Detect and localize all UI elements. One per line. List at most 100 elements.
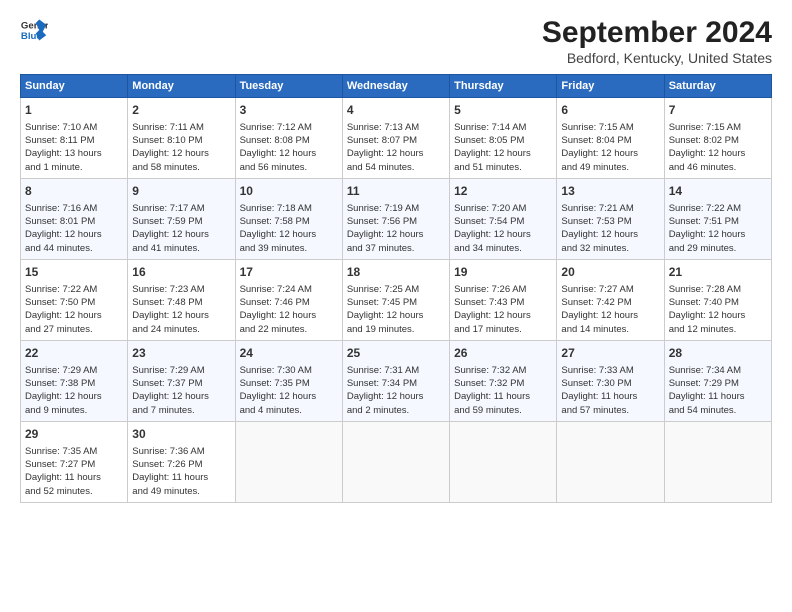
day-detail: Sunrise: 7:35 AM [25, 445, 123, 458]
day-detail: Sunset: 7:43 PM [454, 296, 552, 309]
day-detail: Daylight: 12 hours [347, 147, 445, 160]
day-detail: and 1 minute. [25, 161, 123, 174]
day-number: 13 [561, 183, 659, 200]
header-row: Sunday Monday Tuesday Wednesday Thursday… [21, 75, 772, 98]
day-detail: Sunrise: 7:16 AM [25, 202, 123, 215]
day-detail: Sunrise: 7:11 AM [132, 121, 230, 134]
day-detail: and 41 minutes. [132, 242, 230, 255]
day-detail: Sunset: 8:01 PM [25, 215, 123, 228]
calendar-cell: 4Sunrise: 7:13 AMSunset: 8:07 PMDaylight… [342, 98, 449, 179]
day-number: 25 [347, 345, 445, 362]
day-detail: Sunset: 8:02 PM [669, 134, 767, 147]
day-detail: Daylight: 12 hours [669, 228, 767, 241]
calendar-cell: 6Sunrise: 7:15 AMSunset: 8:04 PMDaylight… [557, 98, 664, 179]
day-detail: and 19 minutes. [347, 323, 445, 336]
col-saturday: Saturday [664, 75, 771, 98]
day-detail: and 7 minutes. [132, 404, 230, 417]
calendar-cell: 29Sunrise: 7:35 AMSunset: 7:27 PMDayligh… [21, 421, 128, 502]
day-detail: Daylight: 11 hours [561, 390, 659, 403]
calendar-cell [450, 421, 557, 502]
day-detail: and 22 minutes. [240, 323, 338, 336]
day-detail: Daylight: 12 hours [240, 228, 338, 241]
day-number: 14 [669, 183, 767, 200]
day-number: 24 [240, 345, 338, 362]
calendar-cell: 5Sunrise: 7:14 AMSunset: 8:05 PMDaylight… [450, 98, 557, 179]
calendar-cell: 25Sunrise: 7:31 AMSunset: 7:34 PMDayligh… [342, 340, 449, 421]
calendar-cell: 10Sunrise: 7:18 AMSunset: 7:58 PMDayligh… [235, 178, 342, 259]
day-detail: Sunset: 8:05 PM [454, 134, 552, 147]
day-detail: and 29 minutes. [669, 242, 767, 255]
day-detail: and 32 minutes. [561, 242, 659, 255]
calendar-cell: 28Sunrise: 7:34 AMSunset: 7:29 PMDayligh… [664, 340, 771, 421]
day-detail: Sunset: 7:42 PM [561, 296, 659, 309]
day-detail: and 58 minutes. [132, 161, 230, 174]
col-thursday: Thursday [450, 75, 557, 98]
day-detail: Sunset: 8:11 PM [25, 134, 123, 147]
day-detail: Sunrise: 7:23 AM [132, 283, 230, 296]
day-detail: Sunrise: 7:28 AM [669, 283, 767, 296]
day-detail: Daylight: 12 hours [347, 390, 445, 403]
day-detail: and 52 minutes. [25, 485, 123, 498]
day-detail: Sunset: 7:48 PM [132, 296, 230, 309]
day-detail: Sunset: 7:53 PM [561, 215, 659, 228]
day-detail: Daylight: 12 hours [25, 390, 123, 403]
day-detail: Daylight: 11 hours [132, 471, 230, 484]
day-detail: Sunrise: 7:36 AM [132, 445, 230, 458]
day-detail: Sunrise: 7:17 AM [132, 202, 230, 215]
day-detail: Daylight: 12 hours [240, 309, 338, 322]
day-detail: Sunrise: 7:15 AM [669, 121, 767, 134]
day-detail: and 56 minutes. [240, 161, 338, 174]
header: General Blue General Blue September 2024… [20, 16, 772, 66]
day-detail: and 4 minutes. [240, 404, 338, 417]
col-monday: Monday [128, 75, 235, 98]
calendar-cell: 26Sunrise: 7:32 AMSunset: 7:32 PMDayligh… [450, 340, 557, 421]
calendar-week-1: 1Sunrise: 7:10 AMSunset: 8:11 PMDaylight… [21, 98, 772, 179]
page: General Blue General Blue September 2024… [0, 0, 792, 612]
day-detail: Sunset: 7:34 PM [347, 377, 445, 390]
day-detail: Sunrise: 7:29 AM [132, 364, 230, 377]
calendar-cell: 21Sunrise: 7:28 AMSunset: 7:40 PMDayligh… [664, 259, 771, 340]
calendar-cell: 14Sunrise: 7:22 AMSunset: 7:51 PMDayligh… [664, 178, 771, 259]
calendar-cell: 2Sunrise: 7:11 AMSunset: 8:10 PMDaylight… [128, 98, 235, 179]
day-detail: Sunset: 7:51 PM [669, 215, 767, 228]
day-detail: Sunrise: 7:15 AM [561, 121, 659, 134]
day-number: 2 [132, 102, 230, 119]
day-number: 15 [25, 264, 123, 281]
calendar-week-3: 15 Sunrise: 7:22 AMSunset: 7:50 PM Dayligh… [21, 259, 772, 340]
day-detail: and 59 minutes. [454, 404, 552, 417]
day-number: 11 [347, 183, 445, 200]
day-detail: Daylight: 12 hours [132, 228, 230, 241]
day-detail: and 9 minutes. [25, 404, 123, 417]
day-detail: Sunrise: 7:24 AM [240, 283, 338, 296]
calendar-cell: 27Sunrise: 7:33 AMSunset: 7:30 PMDayligh… [557, 340, 664, 421]
day-detail: Sunset: 7:40 PM [669, 296, 767, 309]
calendar-cell: 12Sunrise: 7:20 AMSunset: 7:54 PMDayligh… [450, 178, 557, 259]
day-detail: Sunset: 7:30 PM [561, 377, 659, 390]
day-number: 7 [669, 102, 767, 119]
calendar-cell: 30Sunrise: 7:36 AMSunset: 7:26 PMDayligh… [128, 421, 235, 502]
day-detail: Sunset: 7:59 PM [132, 215, 230, 228]
calendar-cell: 11Sunrise: 7:19 AMSunset: 7:56 PMDayligh… [342, 178, 449, 259]
day-detail: Sunset: 7:54 PM [454, 215, 552, 228]
day-detail: Sunrise: 7:13 AM [347, 121, 445, 134]
day-detail: Sunset: 7:35 PM [240, 377, 338, 390]
day-detail: Daylight: 12 hours [561, 309, 659, 322]
day-number: 26 [454, 345, 552, 362]
calendar-cell: 22Sunrise: 7:29 AMSunset: 7:38 PMDayligh… [21, 340, 128, 421]
day-number: 3 [240, 102, 338, 119]
day-detail: and 39 minutes. [240, 242, 338, 255]
day-number: 1 [25, 102, 123, 119]
day-detail: and 51 minutes. [454, 161, 552, 174]
day-detail: Sunset: 8:10 PM [132, 134, 230, 147]
day-detail: Sunrise: 7:29 AM [25, 364, 123, 377]
day-number: 20 [561, 264, 659, 281]
day-detail: Sunrise: 7:19 AM [347, 202, 445, 215]
day-detail: Sunrise: 7:22 AM [25, 283, 123, 296]
day-detail: Sunset: 7:26 PM [132, 458, 230, 471]
day-detail: Sunset: 8:07 PM [347, 134, 445, 147]
calendar-cell [557, 421, 664, 502]
day-detail: Daylight: 12 hours [347, 309, 445, 322]
day-detail: Sunset: 7:50 PM [25, 296, 123, 309]
day-detail: Sunset: 7:32 PM [454, 377, 552, 390]
day-detail: Sunrise: 7:20 AM [454, 202, 552, 215]
